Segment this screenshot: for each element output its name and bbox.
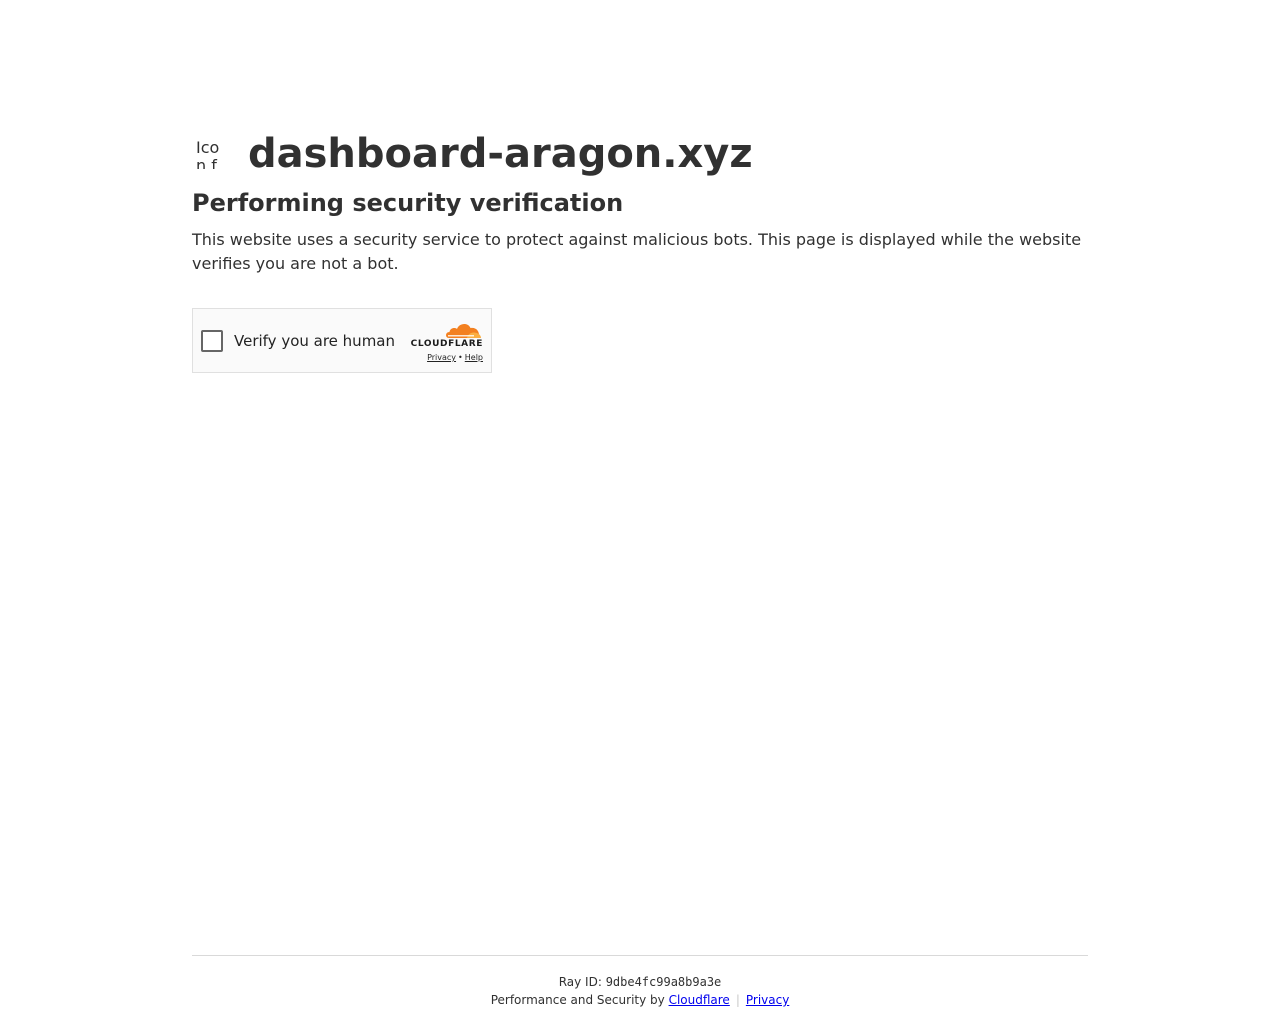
footer-privacy-link[interactable]: Privacy bbox=[746, 993, 789, 1007]
site-header: Icon for dashboard-aragon.xyz dashboard-… bbox=[192, 128, 1088, 180]
main-content: Icon for dashboard-aragon.xyz dashboard-… bbox=[192, 128, 1088, 373]
widget-help-link[interactable]: Help bbox=[465, 353, 483, 362]
widget-links: Privacy • Help bbox=[407, 352, 483, 364]
site-name: dashboard-aragon.xyz bbox=[248, 131, 753, 177]
widget-link-separator: • bbox=[458, 353, 463, 362]
verification-page: Icon for dashboard-aragon.xyz dashboard-… bbox=[0, 0, 1280, 1024]
cloudflare-logo-icon bbox=[446, 323, 481, 338]
turnstile-widget: Verify you are human CLOUDFLARE Privacy •… bbox=[192, 308, 492, 373]
verify-checkbox[interactable] bbox=[201, 329, 223, 352]
cloudflare-brand: CLOUDFLARE Privacy • Help bbox=[407, 320, 483, 364]
ray-id-value: 9dbe4fc99a8b9a3e bbox=[605, 975, 722, 989]
performance-text: Performance and Security by bbox=[490, 993, 669, 1007]
cloudflare-link[interactable]: Cloudflare bbox=[669, 993, 730, 1007]
ray-id-row: Ray ID: 9dbe4fc99a8b9a3e bbox=[192, 975, 1088, 989]
page-description: This website uses a security service to … bbox=[192, 230, 1082, 273]
ray-id-label: Ray ID: bbox=[558, 975, 606, 989]
widget-privacy-link[interactable]: Privacy bbox=[427, 353, 456, 362]
footer-separator: | bbox=[735, 993, 740, 1007]
footer: Ray ID: 9dbe4fc99a8b9a3e Performance and… bbox=[192, 955, 1088, 1007]
page-heading: Performing security verification bbox=[192, 189, 624, 217]
verify-label[interactable]: Verify you are human bbox=[234, 332, 395, 350]
site-favicon-icon: Icon for dashboard-aragon.xyz bbox=[196, 139, 220, 169]
cloudflare-wordmark: CLOUDFLARE bbox=[410, 339, 483, 349]
performance-row: Performance and Security by Cloudflare | P… bbox=[192, 993, 1088, 1007]
